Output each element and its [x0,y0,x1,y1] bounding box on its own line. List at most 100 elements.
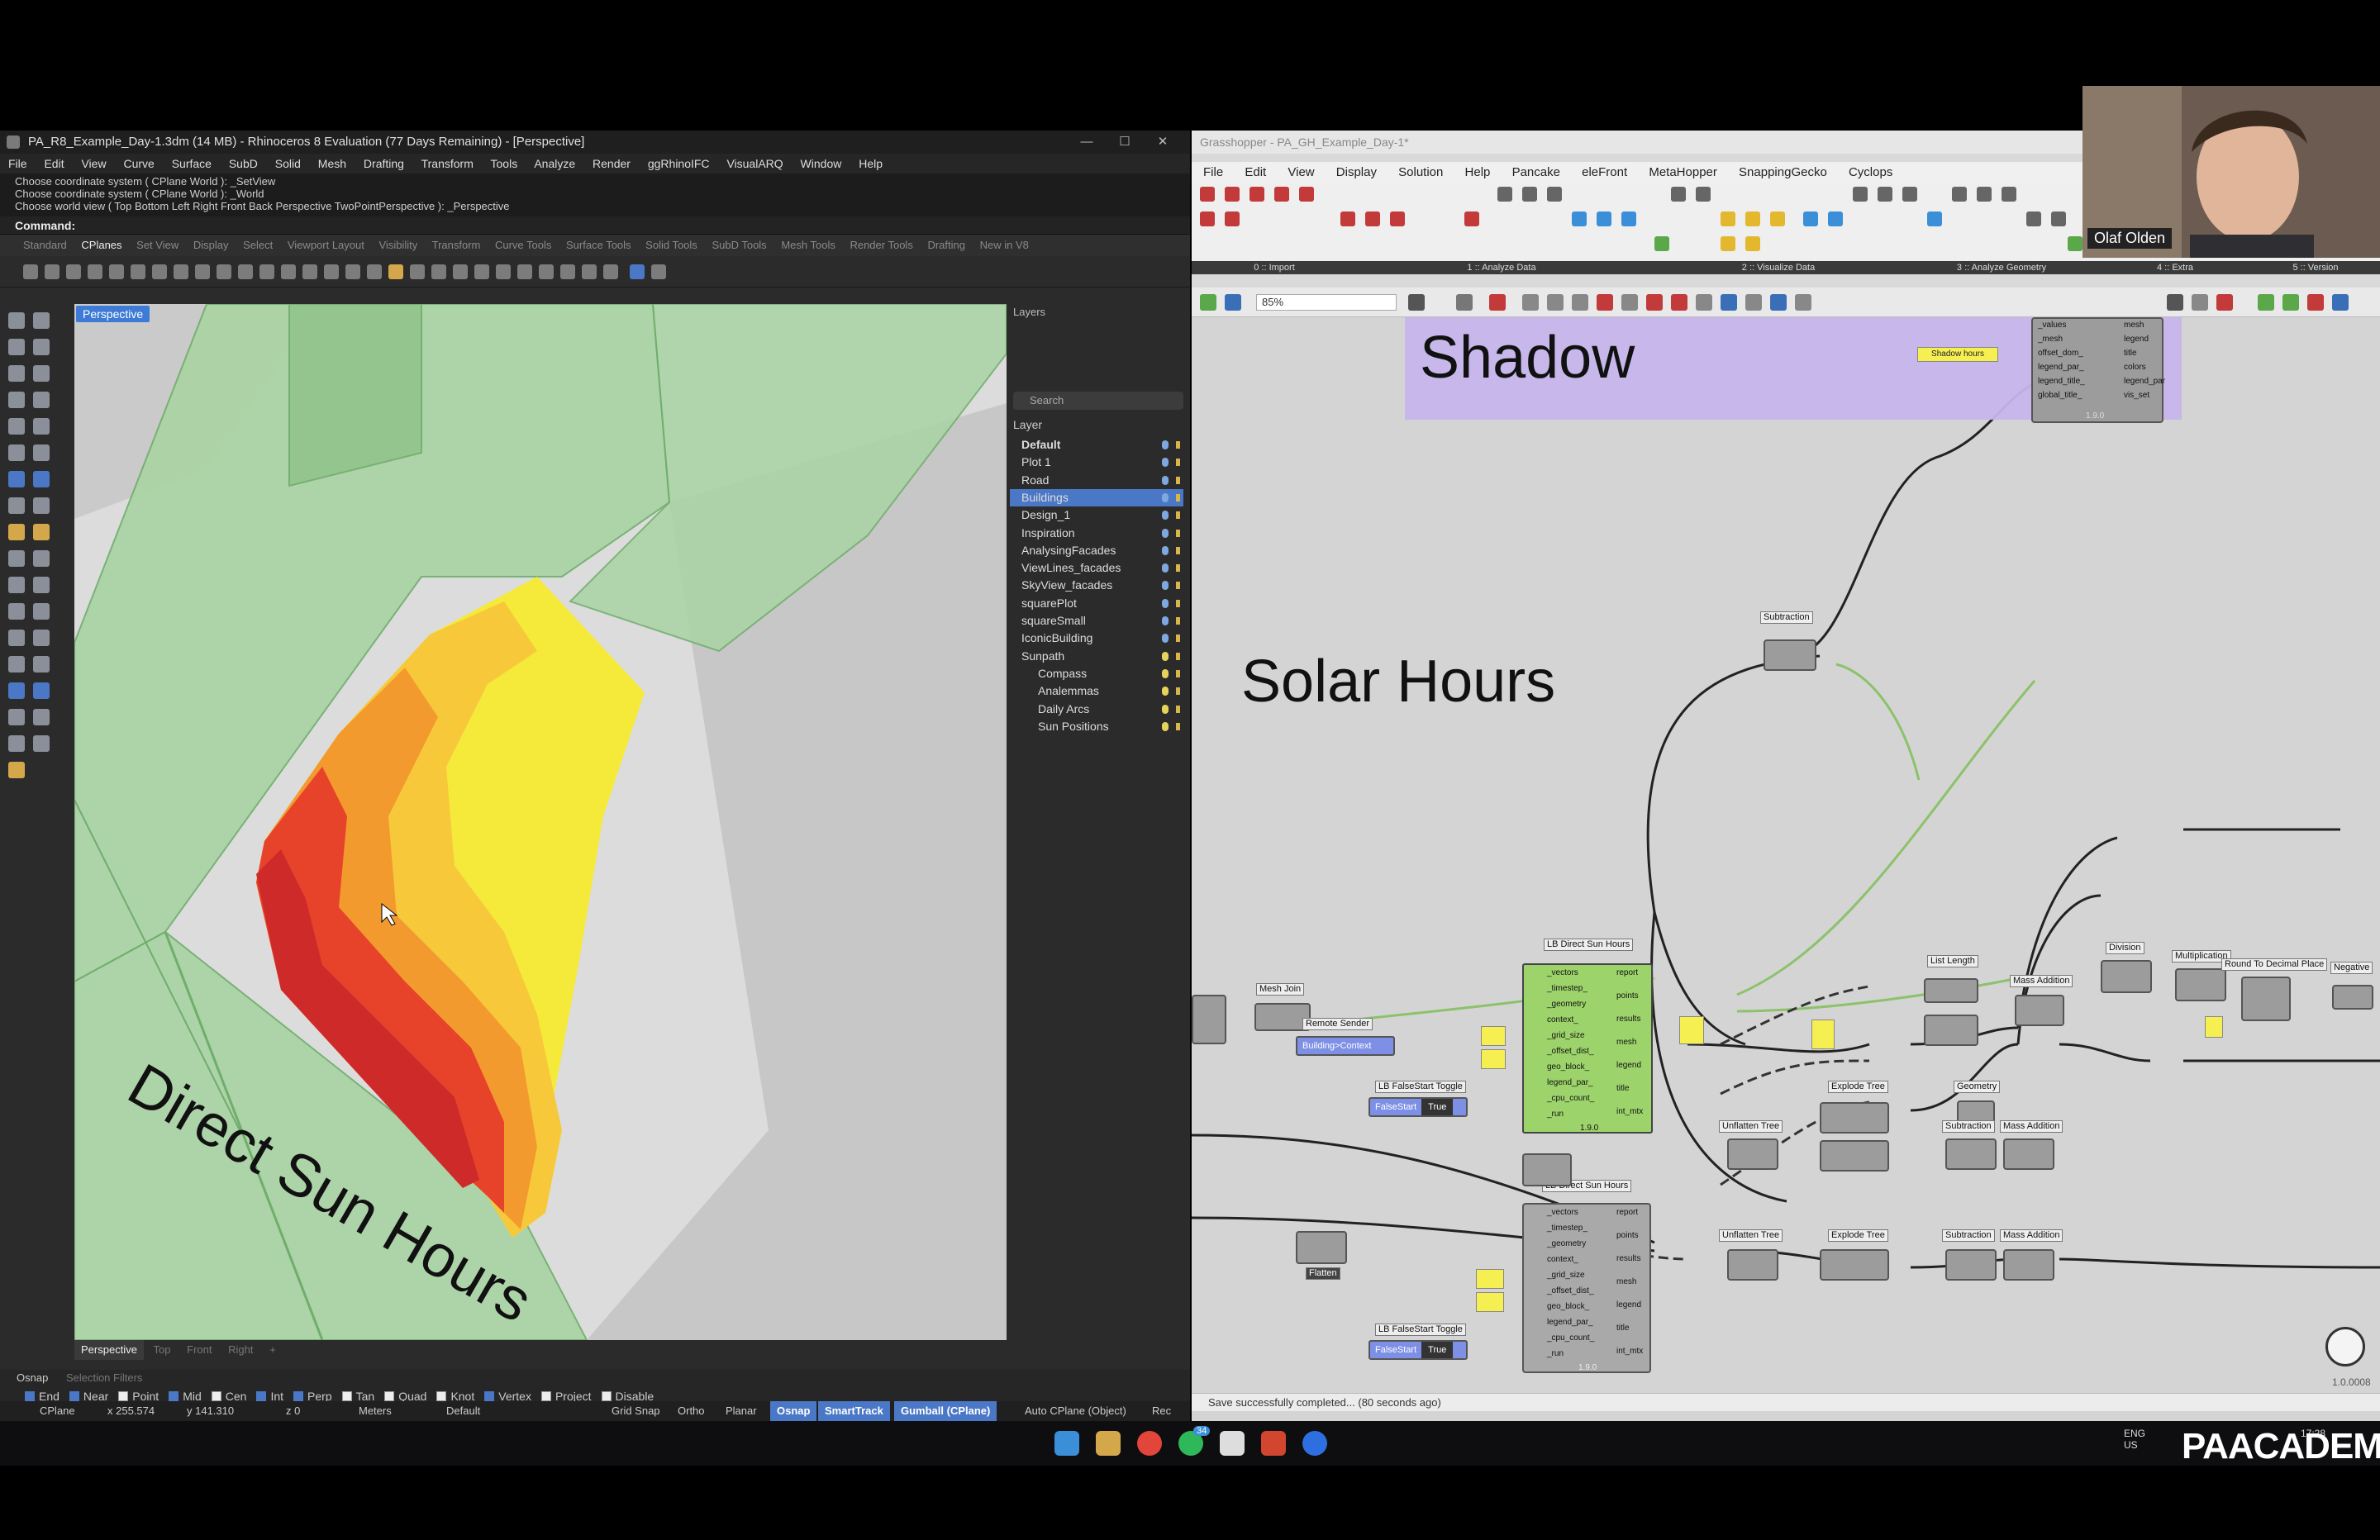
viewport-tab-top[interactable]: Top [147,1340,178,1360]
cplane-tool-icon[interactable] [474,264,489,279]
input-port[interactable]: _mesh [2038,335,2063,344]
select-tool-icon[interactable] [8,312,25,329]
canvas-tool-icon[interactable] [1745,294,1762,311]
layer-visibility-icon[interactable] [1162,668,1169,678]
cplane-tool-icon[interactable] [496,264,511,279]
layer-lock-icon[interactable] [1176,705,1180,713]
input-port[interactable]: _geometry [1547,1239,1586,1248]
viewport-label[interactable]: Perspective [76,306,150,322]
tool-icon[interactable] [33,577,50,593]
tool-icon[interactable] [33,656,50,673]
layer-visibility-icon[interactable] [1162,634,1169,644]
open-file-icon[interactable] [1200,294,1216,311]
output-port[interactable]: legend [1616,1300,1641,1309]
save-icon[interactable] [1225,294,1241,311]
zoom-dropdown[interactable]: 85% [1256,294,1397,311]
output-port[interactable]: title [1616,1084,1630,1093]
cplane-tool-icon[interactable] [324,264,339,279]
output-port[interactable]: mesh [2124,321,2144,330]
cplane-tool-icon[interactable] [539,264,554,279]
input-port[interactable]: _offset_dist_ [1547,1286,1594,1295]
layer-visibility-icon[interactable] [1162,598,1169,608]
layer-row-plot-1[interactable]: Plot 1 [1010,454,1183,471]
tab-solid-tools[interactable]: Solid Tools [645,239,697,251]
layer-visibility-icon[interactable] [1162,475,1169,485]
canvas-tool-icon[interactable] [2282,294,2299,311]
input-component[interactable] [1192,995,1226,1044]
menu-transform[interactable]: Transform [421,157,474,170]
lb-spatial-heatmap-component[interactable]: _values _mesh offset_dom_ legend_par_ le… [2031,317,2165,423]
shadow-hours-panel[interactable]: Shadow hours [1917,347,1998,362]
canvas-tool-icon[interactable] [2192,294,2208,311]
value-panel[interactable] [1811,1020,1835,1049]
menu-file[interactable]: File [8,157,27,170]
gh-menu-help[interactable]: Help [1465,165,1491,179]
value-panel[interactable] [2205,1016,2223,1038]
circle-tool-icon[interactable] [8,365,25,382]
cplane-tool-icon[interactable] [281,264,296,279]
flatten-component[interactable] [1296,1231,1347,1264]
powerpoint-icon[interactable] [1261,1431,1286,1456]
canvas-tool-icon[interactable] [2258,294,2274,311]
cplane-tool-icon[interactable] [630,264,645,279]
cplane-tool-icon[interactable] [453,264,468,279]
layer-lock-icon[interactable] [1176,529,1180,537]
input-port[interactable]: _grid_size [1547,1271,1585,1280]
zoom-icon[interactable] [1302,1431,1327,1456]
viewport-tab-perspective[interactable]: Perspective [74,1340,144,1360]
cplane-tool-icon[interactable] [195,264,210,279]
checkbox-icon[interactable] [118,1391,129,1401]
cplane-tool-icon[interactable] [560,264,575,279]
output-port[interactable]: report [1616,968,1638,977]
status-units[interactable]: Meters [359,1401,392,1421]
language-indicator[interactable]: ENG US [2124,1428,2145,1451]
canvas-tool-icon[interactable] [1795,294,1811,311]
layer-visibility-icon[interactable] [1162,492,1169,502]
layer-lock-icon[interactable] [1176,441,1180,449]
layer-lock-icon[interactable] [1176,493,1180,501]
layer-row-road[interactable]: Road [1010,472,1183,489]
tool-icon[interactable] [8,656,25,673]
rhino-app-icon[interactable] [1220,1431,1245,1456]
gh-menu-metahopper[interactable]: MetaHopper [1649,165,1717,179]
tool-icon[interactable] [33,603,50,620]
canvas-tool-icon[interactable] [2307,294,2324,311]
layer-visibility-icon[interactable] [1162,704,1169,714]
cplane-tool-icon[interactable] [517,264,532,279]
rectangle-tool-icon[interactable] [33,392,50,408]
ribbon-group-import[interactable]: 0 :: Import [1192,261,1357,274]
mass-addition-component[interactable] [2003,1138,2054,1170]
gumball-toggle[interactable]: Gumball (CPlane) [894,1401,997,1421]
cplane-tool-icon[interactable] [66,264,81,279]
tool-icon[interactable] [33,682,50,699]
gh-menu-snappinggecko[interactable]: SnappingGecko [1739,165,1827,179]
start-icon[interactable] [1054,1431,1079,1456]
tab-display[interactable]: Display [193,239,229,251]
cplane-tool-icon[interactable] [651,264,666,279]
input-port[interactable]: _timestep_ [1547,984,1587,993]
tab-surface-tools[interactable]: Surface Tools [566,239,631,251]
tool-icon[interactable] [8,444,25,461]
lb-direct-sun-hours-2-component[interactable]: _vectors _timestep_ _geometry context_ _… [1522,1203,1651,1373]
building-context-sender[interactable]: Building>Context [1296,1036,1395,1056]
tool-icon[interactable] [33,709,50,725]
value-panel[interactable] [1481,1049,1506,1069]
tool-icon[interactable] [8,550,25,567]
canvas-tool-icon[interactable] [1597,294,1613,311]
tool-icon[interactable] [33,312,50,329]
tab-curve-tools[interactable]: Curve Tools [495,239,551,251]
viewport-tab-right[interactable]: Right [221,1340,259,1360]
output-port[interactable]: title [1616,1324,1630,1333]
tool-icon[interactable] [8,418,25,435]
sketch-icon[interactable] [1489,294,1506,311]
menu-curve[interactable]: Curve [123,157,154,170]
checkbox-icon[interactable] [69,1391,79,1401]
grid-snap-toggle[interactable]: Grid Snap [612,1401,660,1421]
layer-row-analysingfacades[interactable]: AnalysingFacades [1010,542,1183,559]
grasshopper-canvas[interactable]: Shadow _values _mesh offset_dom_ legend_… [1192,317,2380,1421]
layer-visibility-icon[interactable] [1162,721,1169,731]
perspective-viewport[interactable]: Direct Sun Hours [74,304,1007,1340]
checkbox-icon[interactable] [601,1391,612,1401]
subtraction-2-component[interactable] [1945,1249,1997,1281]
menu-render[interactable]: Render [593,157,631,170]
